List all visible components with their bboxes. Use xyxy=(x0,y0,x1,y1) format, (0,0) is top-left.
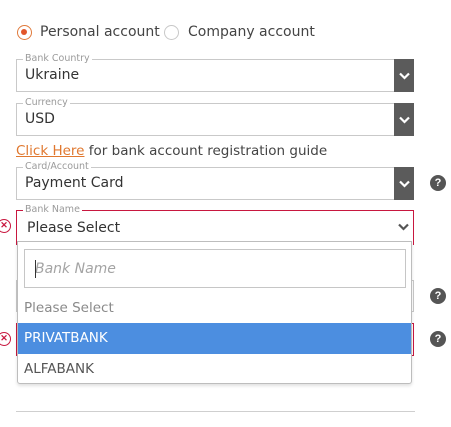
registration-guide-text: Click Here for bank account registration… xyxy=(16,143,327,159)
currency-value: USD xyxy=(25,111,55,127)
bank-name-legend: Bank Name xyxy=(23,204,82,216)
hidden-field-help-icon[interactable]: ? xyxy=(430,288,446,304)
hidden-error-field-help-icon[interactable]: ? xyxy=(430,331,446,347)
dropdown-option[interactable]: ALFABANK xyxy=(18,354,411,385)
personal-account-label[interactable]: Personal account xyxy=(40,24,160,40)
bank-name-dropdown: Please Select PRIVATBANK ALFABANK xyxy=(17,241,412,384)
divider xyxy=(16,411,415,412)
bank-country-legend: Bank Country xyxy=(23,53,92,65)
card-account-select[interactable]: Card/Account Payment Card xyxy=(16,161,414,200)
chevron-down-icon[interactable] xyxy=(394,103,414,136)
text-cursor xyxy=(35,260,36,278)
currency-select[interactable]: Currency USD xyxy=(16,97,414,136)
company-account-radio[interactable] xyxy=(164,25,179,40)
hidden-field-error-icon: ✕ xyxy=(0,332,11,346)
click-here-link[interactable]: Click Here xyxy=(16,143,84,159)
bank-name-value: Please Select xyxy=(27,220,121,236)
card-account-help-icon[interactable]: ? xyxy=(430,175,446,191)
bank-country-select[interactable]: Bank Country Ukraine xyxy=(16,53,414,92)
bank-name-search-input[interactable] xyxy=(25,250,405,287)
chevron-down-icon[interactable] xyxy=(396,219,410,235)
personal-account-radio[interactable] xyxy=(17,25,32,40)
guide-rest-text: for bank account registration guide xyxy=(84,143,328,159)
card-account-legend: Card/Account xyxy=(23,161,91,173)
dropdown-option[interactable]: Please Select xyxy=(18,293,411,324)
bank-name-error-icon: ✕ xyxy=(0,219,11,233)
bank-country-value: Ukraine xyxy=(25,67,80,83)
currency-legend: Currency xyxy=(23,97,70,109)
bank-name-search-box[interactable] xyxy=(24,249,406,288)
bank-name-select[interactable]: Bank Name Please Select xyxy=(16,204,414,245)
chevron-down-icon[interactable] xyxy=(394,167,414,200)
dropdown-option-highlighted[interactable]: PRIVATBANK xyxy=(18,323,411,354)
company-account-label[interactable]: Company account xyxy=(188,24,315,40)
chevron-down-icon[interactable] xyxy=(394,59,414,92)
card-account-value: Payment Card xyxy=(25,175,124,191)
